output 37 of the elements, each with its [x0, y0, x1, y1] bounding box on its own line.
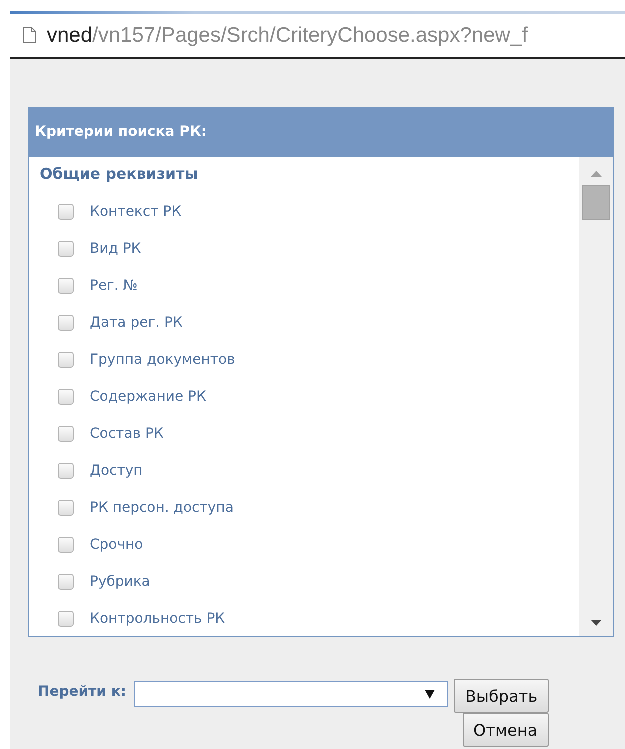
cancel-button[interactable]: Отмена [462, 713, 549, 747]
criterion-label[interactable]: Содержание РК [90, 388, 206, 404]
checkbox[interactable] [58, 204, 74, 220]
checkbox[interactable] [58, 426, 74, 442]
panel-title: Критерии поиска РК: [29, 108, 613, 157]
checkbox[interactable] [58, 314, 74, 330]
criterion-label[interactable]: Рег. № [90, 278, 138, 294]
criterion-label[interactable]: Рубрика [90, 574, 150, 590]
checkbox[interactable] [58, 278, 74, 294]
choose-button[interactable]: Выбрать [454, 679, 549, 713]
scroll-down-icon[interactable] [590, 620, 602, 626]
address-text: vned/vn157/Pages/Srch/CriteryChoose.aspx?new_f [47, 24, 528, 48]
checkbox[interactable] [58, 240, 74, 256]
checkbox[interactable] [58, 352, 74, 368]
checkbox[interactable] [58, 610, 74, 626]
criterion-label[interactable]: Срочно [90, 536, 144, 552]
checkbox[interactable] [58, 388, 74, 404]
criterion-label[interactable]: Контекст РК [90, 204, 182, 220]
criterion-label[interactable]: Доступ [90, 462, 143, 478]
group-heading: Общие реквизиты [40, 165, 200, 185]
caret-icon [425, 690, 436, 698]
checkbox[interactable] [58, 462, 74, 478]
checkbox[interactable] [58, 536, 74, 552]
scrollbar[interactable] [579, 157, 613, 636]
scroll-up-icon[interactable] [590, 171, 602, 177]
goto-select[interactable] [134, 681, 448, 707]
page-icon [23, 27, 37, 44]
criterion-label[interactable]: РК персон. доступа [90, 500, 234, 516]
checkbox[interactable] [58, 500, 74, 516]
checkbox[interactable] [58, 574, 74, 590]
goto-label: Перейти к: [38, 684, 126, 700]
criterion-label[interactable]: Контрольность РК [90, 610, 226, 626]
criterion-label[interactable]: Состав РК [90, 426, 164, 442]
scroll-thumb[interactable] [582, 185, 610, 220]
criterion-label[interactable]: Вид РК [90, 240, 142, 256]
criterion-label[interactable]: Дата рег. РК [90, 314, 183, 330]
criterion-label[interactable]: Группа документов [90, 352, 236, 368]
